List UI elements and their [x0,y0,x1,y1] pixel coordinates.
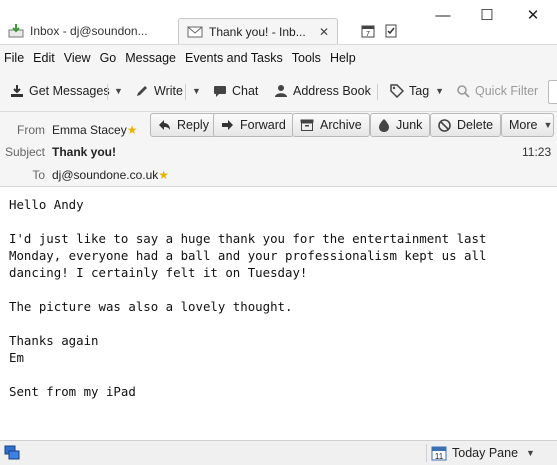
message-body: Hello Andy I'd just like to say a huge t… [9,197,487,399]
today-pane-button[interactable]: 11 Today Pane ▼ [426,444,535,462]
tab-thank-you-label: Thank you! - Inb... [209,24,306,39]
contacts-icon [275,85,287,97]
tag-icon [390,84,404,98]
close-window-button[interactable]: ✕ [518,4,548,26]
tab-inbox-label: Inbox - dj@soundon... [30,24,148,38]
message-header: From Emma Stacey★ Reply Forward Archive … [0,112,557,187]
from-label: From [17,123,45,137]
to-value[interactable]: dj@soundone.co.uk★ [52,168,169,182]
chat-label: Chat [232,84,259,98]
more-button[interactable]: More ▼ [501,113,554,137]
forward-icon [222,120,233,130]
tasks-icon[interactable] [384,24,398,38]
delete-icon [438,118,451,132]
menu-edit[interactable]: Edit [33,51,55,65]
subject-label: Subject [4,145,45,159]
write-button[interactable]: Write [135,81,183,101]
toolbar-divider [377,84,378,100]
menu-events-and-tasks[interactable]: Events and Tasks [185,51,283,65]
subject-value: Thank you! [52,145,117,159]
menu-view[interactable]: View [64,51,91,65]
junk-label: Junk [396,118,423,132]
maximize-button[interactable]: ☐ [472,4,502,26]
chevron-down-icon: ▼ [543,120,553,130]
calendar-day-number: 11 [435,452,444,461]
to-label: To [32,168,45,182]
svg-text:7: 7 [366,31,370,38]
chat-button[interactable]: Chat [213,81,258,101]
chat-icon [214,86,226,97]
reply-label: Reply [177,118,209,132]
reply-icon [159,120,170,130]
chevron-down-icon: ▼ [192,86,201,96]
pencil-icon [137,86,147,96]
archive-label: Archive [320,118,362,132]
tab-thank-you[interactable]: Thank you! - Inb... ✕ [178,18,338,44]
menu-help[interactable]: Help [330,51,356,65]
get-messages-label: Get Messages [29,84,110,98]
delete-button[interactable]: Delete [430,113,502,137]
archive-button[interactable]: Archive [292,113,370,137]
today-pane-label: Today Pane [452,446,519,460]
chevron-down-icon: ▼ [526,448,535,458]
get-messages-button[interactable]: Get Messages [10,81,110,101]
chevron-down-icon: ▼ [114,86,123,96]
quick-filter-button[interactable]: Quick Filter [456,81,538,101]
junk-button[interactable]: Junk [370,113,431,137]
menu-message[interactable]: Message [125,51,176,65]
tag-label: Tag [409,84,430,98]
address-book-button[interactable]: Address Book [274,81,371,101]
forward-button[interactable]: Forward [213,113,294,137]
tab-inbox[interactable]: Inbox - dj@soundon... [0,18,178,44]
menu-bar: File Edit View Go Message Events and Tas… [0,44,557,70]
envelope-icon [187,26,203,37]
tag-button[interactable]: Tag ▼ [390,81,444,101]
minimize-button[interactable]: — [428,4,458,26]
sender-name: Emma Stacey [52,123,127,137]
menu-go[interactable]: Go [100,51,117,65]
message-time: 11:23 [522,145,552,159]
write-label: Write [154,84,183,98]
write-dropdown[interactable]: ▼ [186,81,201,101]
calendar-icon[interactable]: 7 [361,24,375,38]
status-bar: 11 Today Pane ▼ [0,440,557,465]
get-messages-dropdown[interactable]: ▼ [108,81,123,101]
junk-icon [379,118,389,132]
online-status-icon[interactable] [4,445,20,461]
download-icon [11,85,23,97]
star-icon[interactable]: ★ [158,168,169,182]
menu-file[interactable]: File [4,51,24,65]
inbox-icon [8,24,24,38]
recipient-address: dj@soundone.co.uk [52,168,159,182]
forward-label: Forward [240,118,286,132]
delete-label: Delete [457,118,494,132]
search-input[interactable] [548,80,557,104]
more-label: More [509,118,538,132]
search-icon [457,85,470,98]
address-book-label: Address Book [293,84,371,98]
from-value[interactable]: Emma Stacey★ [52,123,137,137]
tab-close-icon[interactable]: ✕ [319,25,329,39]
star-icon[interactable]: ★ [127,123,138,137]
chevron-down-icon: ▼ [435,86,445,96]
archive-icon [300,119,314,131]
quick-filter-label: Quick Filter [475,84,539,98]
reply-button[interactable]: Reply [150,113,217,137]
mail-toolbar: Get Messages ▼ Write ▼ Chat Address Book… [0,70,557,112]
title-bar: Inbox - dj@soundon... Thank you! - Inb..… [0,0,557,44]
menu-tools[interactable]: Tools [292,51,321,65]
calendar-icon: 11 [431,446,447,461]
